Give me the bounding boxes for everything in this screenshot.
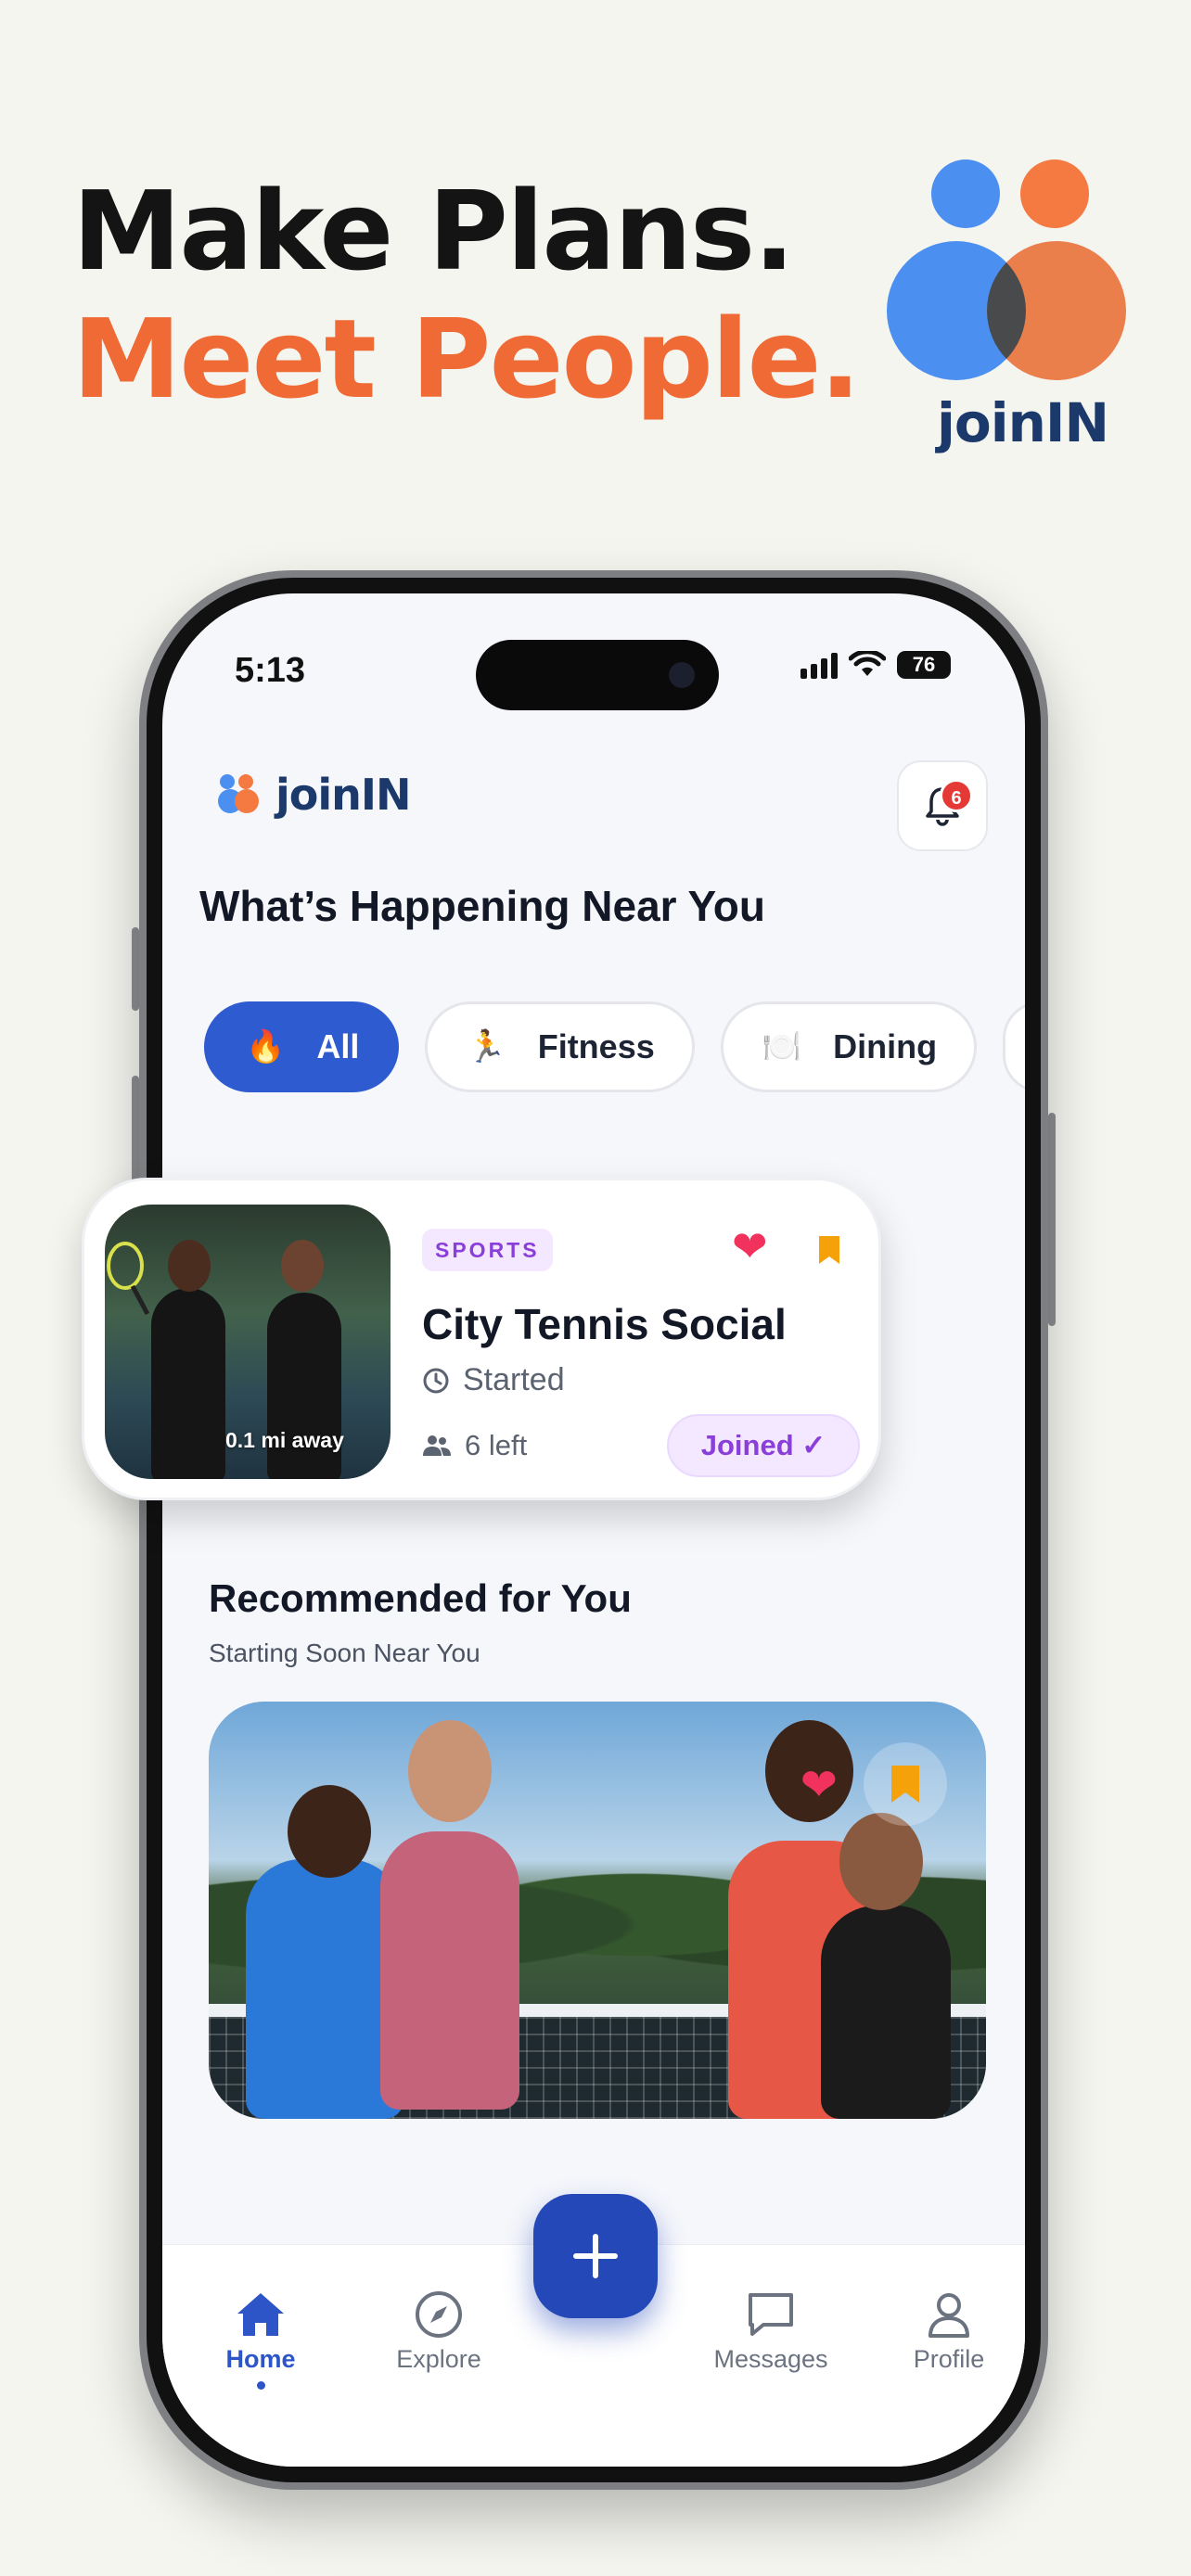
category-tag: SPORTS [422,1229,553,1271]
spots-left-text: 6 left [465,1429,528,1461]
category-chip-label: All [316,1027,360,1065]
player-head [168,1240,211,1292]
player-head [281,1240,324,1292]
nav-home[interactable]: Home [186,2289,335,2390]
profile-icon [928,2293,969,2338]
cellular-signal-icon [800,651,838,679]
logo-circle-small-blue [931,159,1000,228]
nav-messages[interactable]: Messages [697,2289,845,2374]
logo-circle-small-orange [1020,159,1089,228]
phone-action-button [132,927,139,1011]
headline-line-2: Meet People. [72,295,861,423]
player-figure [821,1906,951,2119]
compass-icon [416,2291,462,2338]
headline-line-1: Make Plans. [72,167,795,295]
notification-badge: 6 [940,779,973,812]
player-head [288,1785,371,1878]
marketing-headline: Make Plans. Meet People. [72,167,861,423]
recommended-title: Recommended for You [209,1576,632,1620]
bookmark-shape [819,1236,839,1264]
category-chip-dining[interactable]: 🍽️ Dining [720,1001,978,1092]
plus-icon [573,2234,618,2278]
phone-screen: 5:13 76 joinIN 6 What’s Happening Near Y… [162,593,1025,2467]
bottom-nav: Home Explore Messages Profile [162,2194,1025,2467]
player-head [839,1813,923,1910]
home-icon [237,2293,284,2336]
bookmark-icon[interactable] [817,1234,841,1270]
distance-label: 0.1 mi away [225,1428,344,1452]
active-indicator [256,2381,265,2390]
event-card[interactable]: 0.1 mi away SPORTS ❤ City Tennis Social … [82,1178,881,1500]
recommended-event-image[interactable]: ❤ [209,1702,986,2119]
notifications-button[interactable]: 6 [897,760,988,851]
clock-icon [423,1368,449,1393]
nav-profile-label: Profile [913,2345,985,2373]
runner-icon: 🏃 [467,1029,506,1065]
spots-left: 6 left [422,1429,527,1462]
bookmark-icon [891,1766,919,1803]
status-icons: 76 [800,651,951,679]
category-chip-more[interactable] [1003,1001,1025,1092]
category-chip-all[interactable]: 🔥 All [204,1001,400,1092]
tennis-racket-icon [107,1242,150,1316]
nav-home-label: Home [225,2345,296,2373]
category-chip-label: Fitness [537,1027,655,1065]
bookmark-button[interactable] [864,1742,947,1826]
phone-frame: 5:13 76 joinIN 6 What’s Happening Near Y… [139,570,1048,2490]
recommended-subtitle: Starting Soon Near You [209,1639,480,1667]
dynamic-island [476,640,719,710]
event-title: City Tennis Social [422,1300,787,1348]
phone-power-button [1048,1113,1056,1326]
page-title: What’s Happening Near You [199,882,765,930]
message-icon [749,2293,793,2336]
nav-explore[interactable]: Explore [365,2289,513,2374]
player-figure [380,1831,519,2110]
app-logo[interactable]: joinIN [218,770,411,820]
people-icon [423,1435,451,1456]
battery-icon: 76 [897,651,951,679]
brand-logo: joinIN [881,159,1132,456]
category-filter-bar: 🔥 All 🏃 Fitness 🍽️ Dining [204,1001,1025,1092]
nav-profile[interactable]: Profile [875,2289,1023,2374]
create-event-button[interactable] [533,2194,658,2318]
category-chip-label: Dining [833,1027,938,1065]
player-head [408,1720,492,1822]
status-time: 5:13 [235,651,306,690]
nav-messages-label: Messages [713,2345,828,2373]
event-thumbnail: 0.1 mi away [105,1205,391,1479]
logo-circle-large-orange [987,241,1126,380]
favorite-heart-icon[interactable]: ❤ [732,1225,768,1268]
wifi-icon [849,651,886,676]
favorite-heart-icon[interactable]: ❤ [800,1759,838,1811]
camera-icon [669,662,695,688]
brand-wordmark: joinIN [937,391,1109,454]
category-chip-fitness[interactable]: 🏃 Fitness [425,1001,695,1092]
app-logo-text: joinIN [275,770,411,820]
nav-explore-label: Explore [396,2345,481,2373]
joined-button[interactable]: Joined ✓ [667,1414,860,1477]
player-figure [151,1288,225,1479]
fire-icon: 🔥 [246,1029,286,1065]
app-logo-icon [218,774,263,815]
event-status: Started [422,1362,565,1398]
event-status-text: Started [463,1362,565,1397]
plate-icon: 🍽️ [762,1029,802,1065]
